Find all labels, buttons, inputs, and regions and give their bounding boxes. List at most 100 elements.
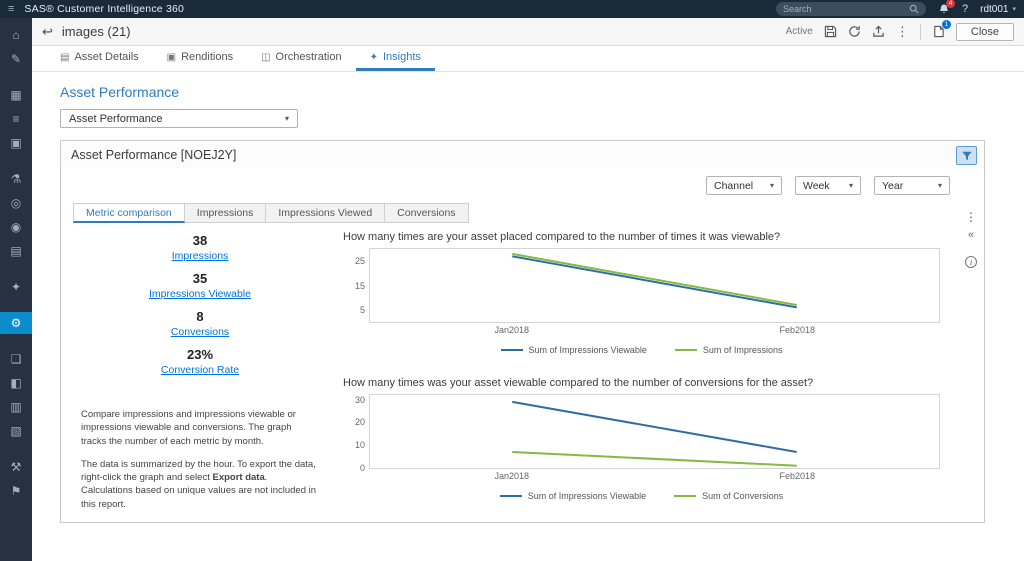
reports-icon: ◧ <box>10 376 22 390</box>
versions-count-badge: 1 <box>941 20 951 29</box>
metric-value: 8 <box>196 309 204 324</box>
sidebar-item-data[interactable]: ▤ <box>0 240 32 262</box>
versions-button[interactable]: 1 <box>932 20 951 38</box>
report-selector-value: Asset Performance <box>69 112 163 125</box>
back-button[interactable]: ↩ <box>42 24 53 40</box>
help-button[interactable]: ? <box>962 3 968 15</box>
sidebar-item-library[interactable]: ▥ <box>0 396 32 418</box>
sidebar-item-reports[interactable]: ◧ <box>0 372 32 394</box>
sidebar-item-audiences[interactable]: ◎ <box>0 192 32 214</box>
sidebar-item-portfolio[interactable]: ❏ <box>0 348 32 370</box>
channel-select[interactable]: Channel ▾ <box>706 176 782 195</box>
chart-impressions-vs-viewable: How many times are your asset placed com… <box>343 231 940 355</box>
refresh-button[interactable] <box>848 25 861 38</box>
asset-details-icon: ▤ <box>60 51 70 63</box>
experiments-icon: ⚗ <box>10 172 22 186</box>
legend-item: Sum of Impressions Viewable <box>499 491 646 501</box>
sidebar-item-documents[interactable]: ▧ <box>0 420 32 442</box>
tab-metric-comparison[interactable]: Metric comparison <box>73 203 185 223</box>
chevron-down-icon: ▾ <box>284 114 289 123</box>
refresh-icon <box>849 26 860 37</box>
report-selector[interactable]: Asset Performance ▾ <box>60 109 298 128</box>
report-description-2: The data is summarized by the hour. To e… <box>81 458 319 511</box>
y-tick-label: 5 <box>359 304 365 315</box>
export-button[interactable] <box>872 25 885 38</box>
panel-body: 38 Impressions 35 Impressions Viewable 8… <box>61 223 984 523</box>
user-menu[interactable]: rdt001 ▾ <box>980 4 1016 15</box>
search-input[interactable] <box>783 4 909 14</box>
sidebar-item-tools[interactable]: ⚒ <box>0 456 32 478</box>
year-select-value: Year <box>882 179 904 192</box>
calendar-icon: ▦ <box>10 88 22 102</box>
metric-value: 35 <box>192 271 208 286</box>
asset-tabbar: ▤ Asset Details ▣ Renditions ◫ Orchestra… <box>32 46 1024 72</box>
tools-icon: ⚒ <box>10 460 22 474</box>
week-select-value: Week <box>803 179 830 192</box>
y-axis-ticks: 0 10 20 30 <box>344 395 365 473</box>
legend-item: Sum of Conversions <box>674 491 783 501</box>
goals-icon: ◉ <box>10 220 22 234</box>
metric-link[interactable]: Conversions <box>75 326 325 338</box>
year-select[interactable]: Year ▾ <box>874 176 950 195</box>
sidebar-item-announcements[interactable]: ⚑ <box>0 480 32 502</box>
metrics-column: 38 Impressions 35 Impressions Viewable 8… <box>75 231 325 523</box>
panel-menu-button[interactable]: ⋮ <box>965 211 977 223</box>
metric-link[interactable]: Conversion Rate <box>75 364 325 376</box>
tab-conversions[interactable]: Conversions <box>385 203 469 223</box>
sidebar-item-tasks[interactable]: ≡ <box>0 108 32 130</box>
week-select[interactable]: Week ▾ <box>795 176 861 195</box>
sidebar-item-calendar[interactable]: ▦ <box>0 84 32 106</box>
more-options-button[interactable]: ⋮ <box>896 25 909 38</box>
info-button[interactable]: i <box>965 256 977 268</box>
sidebar-item-ideas[interactable]: ✦ <box>0 276 32 298</box>
asset-title: images (21) <box>61 24 131 39</box>
sidebar-item-assets[interactable]: ▣ <box>0 132 32 154</box>
x-tick-label: Feb2018 <box>779 471 816 481</box>
tab-impressions[interactable]: Impressions <box>184 203 267 223</box>
series-line <box>512 402 797 452</box>
app-launcher-icon[interactable]: ≡ <box>8 3 14 15</box>
tab-insights[interactable]: ✦ Insights <box>355 46 435 71</box>
report-description-1: Compare impressions and impressions view… <box>81 409 296 447</box>
asset-toolbar: ↩ images (21) Active ⋮ 1 Close <box>32 18 1024 46</box>
home-icon: ⌂ <box>12 28 20 42</box>
global-search[interactable] <box>776 2 926 16</box>
close-button[interactable]: Close <box>955 22 1014 41</box>
metric-link[interactable]: Impressions Viewable <box>75 288 325 300</box>
settings-icon: ⚙ <box>10 316 22 330</box>
legend-item: Sum of Impressions <box>674 345 782 355</box>
collapse-panel-button[interactable]: « <box>968 230 974 241</box>
chevron-down-icon: ▾ <box>848 181 853 190</box>
metric-link[interactable]: Impressions <box>75 250 325 262</box>
metric-conversion-rate: 23% Conversion Rate <box>75 347 325 376</box>
chart-plot-area[interactable]: 5 15 25 <box>355 248 940 323</box>
sidebar-item-experiments[interactable]: ⚗ <box>0 168 32 190</box>
insights-icon: ✦ <box>369 51 378 63</box>
sidebar-item-home[interactable]: ⌂ <box>0 24 32 46</box>
x-axis-labels: Jan2018 Feb2018 <box>369 325 940 338</box>
data-icon: ▤ <box>10 244 22 258</box>
tab-asset-details[interactable]: ▤ Asset Details <box>46 46 153 71</box>
notifications-button[interactable]: 4 <box>938 0 955 15</box>
metric-impressions-viewable: 35 Impressions Viewable <box>75 271 325 300</box>
description-text: The data is summarized by the hour. To e… <box>81 458 316 484</box>
library-icon: ▥ <box>10 400 22 414</box>
assets-icon: ▣ <box>10 136 22 150</box>
tab-orchestration[interactable]: ◫ Orchestration <box>247 46 355 71</box>
filter-button[interactable] <box>956 146 977 165</box>
panel-title: Asset Performance [NOEJ2Y] <box>71 147 237 162</box>
x-tick-label: Feb2018 <box>779 325 816 335</box>
sidebar-item-goals[interactable]: ◉ <box>0 216 32 238</box>
y-tick-label: 25 <box>354 256 365 267</box>
panel-side-toolbar: ⋮ « i <box>963 211 979 268</box>
sidebar-item-compose[interactable]: ✎ <box>0 48 32 70</box>
chevron-down-icon: ▾ <box>937 181 942 190</box>
save-button[interactable] <box>824 25 837 38</box>
notification-badge: 4 <box>946 0 955 8</box>
save-icon <box>824 25 837 38</box>
tab-renditions[interactable]: ▣ Renditions <box>153 46 247 71</box>
sidebar-item-settings[interactable]: ⚙ <box>0 312 32 334</box>
tab-impressions-viewed[interactable]: Impressions Viewed <box>266 203 386 223</box>
chart-plot-area[interactable]: 0 10 20 30 <box>355 394 940 473</box>
toolbar-divider <box>919 23 921 40</box>
